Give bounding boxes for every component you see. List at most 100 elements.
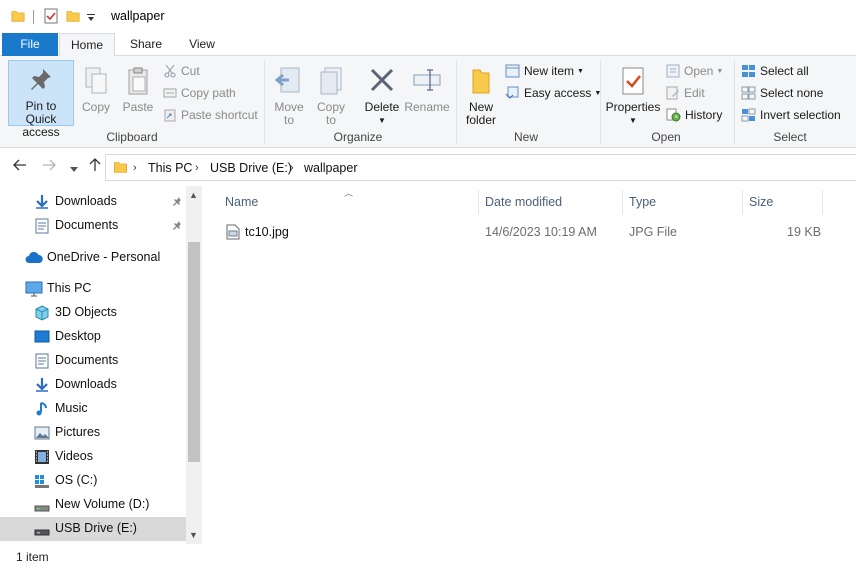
quick-access-dropdown-icon[interactable] xyxy=(86,12,96,22)
nav-item-documents-quick[interactable]: Documents xyxy=(0,214,186,238)
column-header-type[interactable]: Type xyxy=(622,190,742,215)
nav-item-videos[interactable]: Videos xyxy=(0,445,186,469)
window-title: wallpaper xyxy=(111,9,165,23)
easy-access-icon xyxy=(505,86,519,99)
nav-item-pictures[interactable]: Pictures xyxy=(0,421,186,445)
file-size: 19 KB xyxy=(787,225,822,239)
scroll-up-icon[interactable]: ▲ xyxy=(189,190,198,200)
copy-to-label-2: to xyxy=(325,113,336,127)
invert-selection-button[interactable]: Invert selection xyxy=(741,105,841,125)
nav-item-onedrive[interactable]: OneDrive - Personal xyxy=(0,246,186,270)
nav-item-new-volume-d[interactable]: New Volume (D:) xyxy=(0,493,186,517)
cut-button[interactable]: Cut xyxy=(163,61,200,81)
paste-button[interactable]: Paste xyxy=(120,60,156,114)
new-folder-quick-icon[interactable] xyxy=(66,9,80,26)
paste-shortcut-label: Paste shortcut xyxy=(181,108,258,122)
open-button[interactable]: Open ▼ xyxy=(666,61,723,81)
nav-item-downloads-quick[interactable]: Downloads xyxy=(0,190,186,214)
nav-item-music[interactable]: Music xyxy=(0,397,186,421)
folder-icon xyxy=(113,160,128,177)
breadcrumb-wallpaper[interactable]: wallpaper xyxy=(304,161,358,175)
navigation-pane: Downloads Documents OneDrive - Personal … xyxy=(0,186,202,544)
nav-item-label: OneDrive - Personal xyxy=(47,250,161,264)
desktop-icon xyxy=(34,329,50,345)
copy-button[interactable]: Copy xyxy=(78,60,114,114)
new-item-button[interactable]: New item ▼ xyxy=(505,61,584,81)
nav-scrollbar-thumb[interactable] xyxy=(188,242,200,462)
nav-item-downloads[interactable]: Downloads xyxy=(0,373,186,397)
new-item-dropdown-icon: ▼ xyxy=(577,67,584,75)
nav-item-label: Documents xyxy=(55,353,119,367)
breadcrumb-chevron-icon[interactable]: › xyxy=(133,162,137,174)
paste-shortcut-icon xyxy=(164,109,176,122)
up-arrow-icon[interactable] xyxy=(88,158,102,175)
column-header-size[interactable]: Size xyxy=(742,190,822,215)
new-folder-button[interactable]: New folder xyxy=(461,60,501,127)
breadcrumb-usb-drive[interactable]: USB Drive (E:) xyxy=(210,161,292,175)
pin-icon[interactable] xyxy=(172,220,182,234)
ribbon-tabs: File Home Share View xyxy=(0,33,856,57)
select-group-label: Select xyxy=(773,130,807,144)
column-separator[interactable] xyxy=(822,190,823,215)
nav-item-label: USB Drive (E:) xyxy=(55,521,137,535)
tab-view[interactable]: View xyxy=(176,33,228,56)
select-none-icon xyxy=(741,86,756,100)
open-group-label: Open xyxy=(651,130,681,144)
tab-share[interactable]: Share xyxy=(120,33,172,56)
rename-button[interactable]: Rename xyxy=(404,60,450,114)
properties-button[interactable]: Properties ▼ xyxy=(604,60,662,127)
new-item-label: New item xyxy=(524,64,575,78)
open-icon xyxy=(666,64,680,78)
drive-icon xyxy=(34,497,50,513)
copy-label: Copy xyxy=(81,100,110,114)
nav-item-usb-drive-e[interactable]: USB Drive (E:) xyxy=(0,517,186,541)
back-arrow-icon[interactable] xyxy=(13,158,27,175)
status-bar: 1 item xyxy=(0,544,856,568)
pin-label-line1: Pin to Quick xyxy=(25,99,57,126)
move-to-button[interactable]: Move to xyxy=(270,60,308,127)
nav-item-this-pc[interactable]: This PC xyxy=(0,277,186,301)
breadcrumb-chevron-icon[interactable]: › xyxy=(290,162,294,174)
paste-label: Paste xyxy=(122,100,154,114)
paste-shortcut-button[interactable]: Paste shortcut xyxy=(163,105,258,125)
nav-item-3d-objects[interactable]: 3D Objects xyxy=(0,301,186,325)
scroll-down-icon[interactable]: ▼ xyxy=(189,530,198,540)
column-header-date[interactable]: Date modified xyxy=(478,190,622,215)
easy-access-button[interactable]: Easy access ▼ xyxy=(505,83,601,103)
ribbon-separator xyxy=(456,60,457,144)
pin-icon xyxy=(9,67,73,96)
tab-file[interactable]: File xyxy=(2,33,58,56)
nav-item-label: Downloads xyxy=(55,377,117,391)
pin-to-quick-access-button[interactable]: Pin to Quick access xyxy=(8,60,74,139)
select-all-button[interactable]: Select all xyxy=(741,61,809,81)
nav-item-label: Downloads xyxy=(55,194,117,208)
delete-label: Delete xyxy=(364,100,400,114)
nav-item-desktop[interactable]: Desktop xyxy=(0,325,186,349)
select-none-button[interactable]: Select none xyxy=(741,83,823,103)
nav-item-os-c[interactable]: OS (C:) xyxy=(0,469,186,493)
properties-quick-icon[interactable] xyxy=(44,8,58,27)
tab-home[interactable]: Home xyxy=(59,33,115,57)
cloud-icon xyxy=(25,250,43,266)
copy-icon xyxy=(78,66,114,99)
copy-path-button[interactable]: Copy path xyxy=(163,83,236,103)
nav-item-label: 3D Objects xyxy=(55,305,117,319)
column-header-name[interactable]: Name xyxy=(218,190,478,215)
file-row[interactable]: tc10.jpg 14/6/2023 10:19 AM JPG File 19 … xyxy=(222,221,822,243)
easy-access-label: Easy access xyxy=(524,86,592,100)
edit-button[interactable]: Edit xyxy=(666,83,705,103)
history-button[interactable]: History xyxy=(666,105,722,125)
forward-arrow-icon[interactable] xyxy=(42,158,56,175)
delete-button[interactable]: Delete ▼ xyxy=(360,60,404,127)
breadcrumb-this-pc[interactable]: This PC xyxy=(148,161,192,175)
pin-icon[interactable] xyxy=(172,196,182,210)
copy-to-button[interactable]: Copy to xyxy=(312,60,350,127)
address-bar[interactable]: › This PC › USB Drive (E:) › wallpaper xyxy=(105,154,856,181)
breadcrumb-chevron-icon[interactable]: › xyxy=(195,162,199,174)
copy-to-icon xyxy=(312,66,350,99)
properties-dropdown-icon: ▼ xyxy=(629,116,637,125)
nav-item-documents[interactable]: Documents xyxy=(0,349,186,373)
recent-locations-dropdown-icon[interactable] xyxy=(70,162,78,176)
scissors-icon xyxy=(164,64,176,78)
organize-group-label: Organize xyxy=(333,130,383,144)
